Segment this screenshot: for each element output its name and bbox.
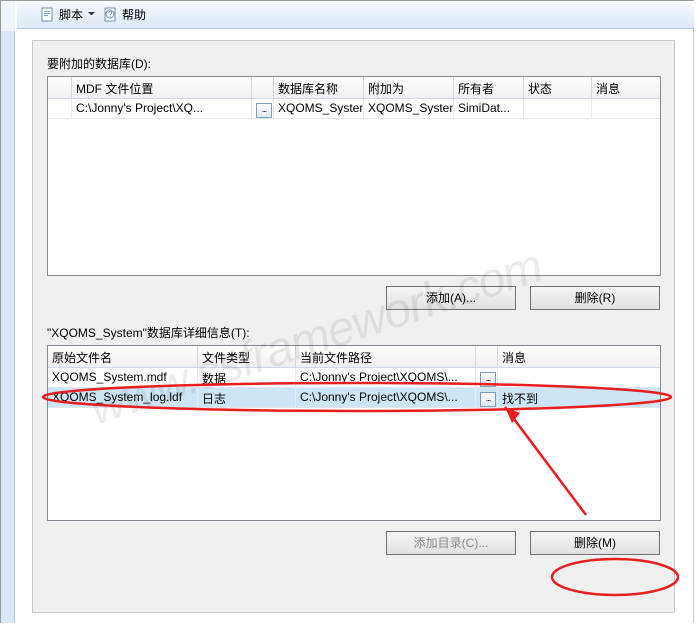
main-panel: 要附加的数据库(D): MDF 文件位置 数据库名称 附加为 所有者 状态 消息… bbox=[32, 40, 675, 613]
details-label: "XQOMS_System"数据库详细信息(T): bbox=[47, 324, 660, 341]
grid-header: 原始文件名 文件类型 当前文件路径 消息 bbox=[48, 346, 660, 368]
help-icon: ? bbox=[103, 7, 119, 23]
table-row[interactable]: XQOMS_System_log.ldf 日志 C:\Jonny's Proje… bbox=[48, 388, 660, 408]
cell-browse: ... bbox=[476, 368, 498, 387]
table-row[interactable]: C:\Jonny's Project\XQ... ... XQOMS_Syste… bbox=[48, 99, 660, 119]
cell-orig-name: XQOMS_System_log.ldf bbox=[48, 388, 198, 407]
buttons-row-1: 添加(A)... 删除(R) bbox=[47, 286, 660, 310]
toolbar: 脚本 ? 帮助 bbox=[17, 1, 694, 29]
col-browse-spacer[interactable] bbox=[476, 346, 498, 367]
cell-file-type: 日志 bbox=[198, 388, 296, 407]
cell-cur-path: C:\Jonny's Project\XQOMS\... bbox=[296, 388, 476, 407]
cell-browse: ... bbox=[252, 99, 274, 118]
col-browse-spacer[interactable] bbox=[252, 77, 274, 98]
help-menu[interactable]: ? 帮助 bbox=[103, 6, 146, 23]
cell-db-name: XQOMS_System bbox=[274, 99, 364, 118]
cell-browse: ... bbox=[476, 388, 498, 407]
browse-button[interactable]: ... bbox=[256, 103, 272, 118]
col-message[interactable]: 消息 bbox=[498, 346, 658, 367]
col-file-type[interactable]: 文件类型 bbox=[198, 346, 296, 367]
add-catalog-button[interactable]: 添加目录(C)... bbox=[386, 531, 516, 555]
cell-cur-path: C:\Jonny's Project\XQOMS\... bbox=[296, 368, 476, 387]
cell-mdf-location: C:\Jonny's Project\XQ... bbox=[72, 99, 252, 118]
col-message[interactable]: 消息 bbox=[592, 77, 658, 98]
col-db-name[interactable]: 数据库名称 bbox=[274, 77, 364, 98]
attach-grid[interactable]: MDF 文件位置 数据库名称 附加为 所有者 状态 消息 C:\Jonny's … bbox=[47, 76, 661, 276]
col-mdf-location[interactable]: MDF 文件位置 bbox=[72, 77, 252, 98]
svg-text:?: ? bbox=[108, 10, 113, 19]
col-owner[interactable]: 所有者 bbox=[454, 77, 524, 98]
script-label: 脚本 bbox=[59, 6, 83, 23]
grid-header: MDF 文件位置 数据库名称 附加为 所有者 状态 消息 bbox=[48, 77, 660, 99]
help-label: 帮助 bbox=[122, 6, 146, 23]
details-grid[interactable]: 原始文件名 文件类型 当前文件路径 消息 XQOMS_System.mdf 数据… bbox=[47, 345, 661, 521]
cell-attach-as: XQOMS_System bbox=[364, 99, 454, 118]
col-blank[interactable] bbox=[48, 77, 72, 98]
cell-message: 找不到 bbox=[498, 388, 658, 407]
col-attach-as[interactable]: 附加为 bbox=[364, 77, 454, 98]
remove-m-button[interactable]: 删除(M) bbox=[530, 531, 660, 555]
col-cur-path[interactable]: 当前文件路径 bbox=[296, 346, 476, 367]
chevron-down-icon bbox=[88, 12, 95, 18]
cell-orig-name: XQOMS_System.mdf bbox=[48, 368, 198, 387]
cell-owner: SimiDat... bbox=[454, 99, 524, 118]
buttons-row-2: 添加目录(C)... 删除(M) bbox=[47, 531, 660, 555]
add-button[interactable]: 添加(A)... bbox=[386, 286, 516, 310]
left-gutter bbox=[1, 1, 15, 623]
col-status[interactable]: 状态 bbox=[524, 77, 592, 98]
row-selector[interactable] bbox=[48, 99, 72, 118]
attach-db-label: 要附加的数据库(D): bbox=[47, 55, 660, 72]
script-icon bbox=[40, 7, 56, 23]
cell-message bbox=[498, 368, 658, 387]
cell-message bbox=[592, 99, 658, 118]
col-orig-name[interactable]: 原始文件名 bbox=[48, 346, 198, 367]
table-row[interactable]: XQOMS_System.mdf 数据 C:\Jonny's Project\X… bbox=[48, 368, 660, 388]
remove-button[interactable]: 删除(R) bbox=[530, 286, 660, 310]
browse-button[interactable]: ... bbox=[480, 372, 496, 387]
script-menu[interactable]: 脚本 bbox=[40, 6, 95, 23]
browse-button[interactable]: ... bbox=[480, 392, 496, 407]
cell-file-type: 数据 bbox=[198, 368, 296, 387]
cell-status bbox=[524, 99, 592, 118]
